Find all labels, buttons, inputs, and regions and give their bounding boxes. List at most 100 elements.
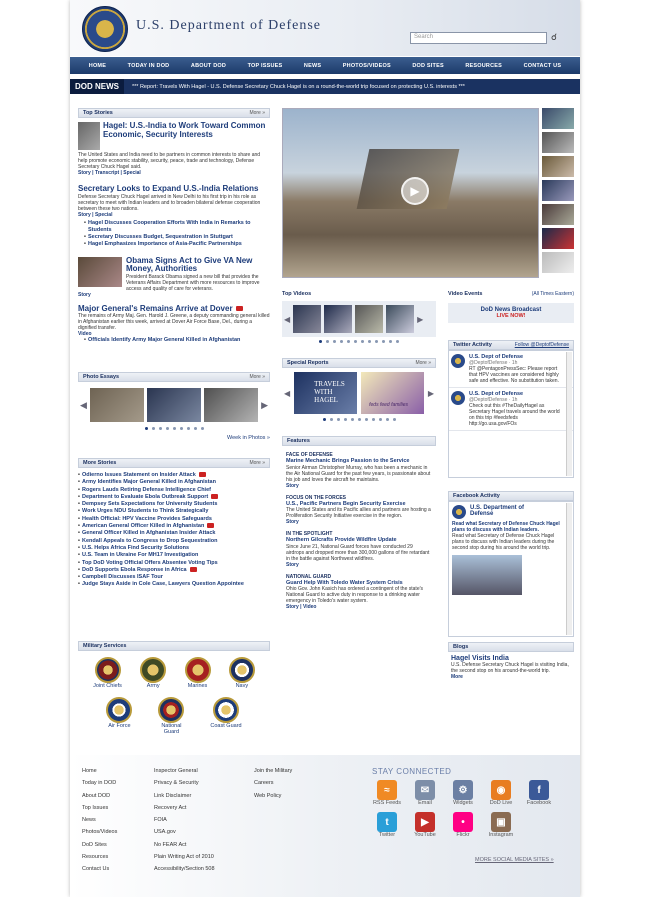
carousel-dot[interactable] [389, 340, 392, 343]
nav-resources[interactable]: RESOURCES [465, 63, 502, 69]
prev-arrow-icon[interactable]: ◀ [284, 315, 290, 324]
list-item[interactable]: Kendall Appeals to Congress to Drop Sequ… [78, 538, 270, 546]
facebook-scrollbar[interactable] [566, 503, 572, 635]
hero-thumb[interactable] [542, 108, 574, 129]
list-item-text[interactable]: American General Officer Killed in Afgha… [82, 523, 204, 529]
carousel-dot[interactable] [172, 427, 176, 430]
list-item[interactable]: Hagel Emphasizes Importance of Asia-Paci… [84, 241, 270, 249]
social-link-instagram[interactable]: ▣ Instagram [486, 812, 516, 838]
service-label[interactable]: Navy [236, 683, 249, 689]
list-item-text[interactable]: Odierno Issues Statement on Insider Atta… [82, 472, 196, 478]
social-label[interactable]: Widgets [448, 800, 478, 806]
list-item[interactable]: Campbell Discusses ISAF Tour [78, 574, 270, 582]
service-label[interactable]: Marines [188, 683, 208, 689]
social-link-youtube[interactable]: ▶ YouTube [410, 812, 440, 838]
footer-link[interactable]: Link Disclaimer [154, 790, 244, 802]
list-item[interactable]: Officials Identify Army Major General Ki… [84, 337, 270, 345]
social-link-widgets[interactable]: ⚙ Widgets [448, 780, 478, 806]
rss-icon[interactable]: ≈ [377, 780, 397, 800]
list-item[interactable]: Hagel Discusses Cooperation Efforts With… [84, 220, 270, 235]
carousel-dot[interactable] [336, 418, 340, 421]
video-icon[interactable] [211, 493, 219, 499]
nav-home[interactable]: HOME [89, 63, 106, 69]
carousel-dot[interactable] [354, 340, 357, 343]
hero-thumb[interactable] [542, 180, 574, 201]
footer-link[interactable]: Photos/Videos [82, 826, 152, 838]
hero-thumb[interactable] [542, 132, 574, 153]
social-label[interactable]: RSS Feeds [372, 800, 402, 806]
list-item[interactable]: DoD Supports Ebola Response in Africa [78, 567, 270, 574]
footer-link[interactable]: Resources [82, 851, 152, 863]
service-air-force[interactable]: Air Force [106, 697, 133, 735]
video-thumb[interactable] [386, 305, 415, 333]
footer-link[interactable]: News [82, 814, 152, 826]
carousel-dot[interactable] [364, 418, 368, 421]
avatar[interactable] [452, 505, 466, 519]
carousel-dot[interactable] [396, 340, 399, 343]
play-icon[interactable]: ▶ [401, 177, 429, 205]
story-1-links[interactable]: Story | Transcript | Special [78, 170, 270, 176]
video-thumb[interactable] [293, 305, 322, 333]
list-item[interactable]: Rogers Lauds Retiring Defense Intelligen… [78, 487, 270, 495]
service-label[interactable]: Air Force [108, 723, 130, 729]
service-label[interactable]: Coast Guard [210, 723, 241, 729]
footer-link[interactable]: FOIA [154, 814, 244, 826]
footer-link[interactable]: DoD Sites [82, 839, 152, 851]
carousel-dot[interactable] [375, 340, 378, 343]
search-icon[interactable]: ☌ [548, 32, 560, 44]
more-stories-more-link[interactable]: More » [249, 460, 265, 466]
carousel-dot[interactable] [357, 418, 361, 421]
service-marines[interactable]: Marines [184, 657, 211, 689]
youtube-icon[interactable]: ▶ [415, 812, 435, 832]
photo-essay-thumb[interactable] [89, 388, 144, 422]
service-national-guard[interactable]: National Guard [154, 697, 188, 735]
video-icon[interactable] [189, 566, 197, 572]
photo-essays-more-link[interactable]: More » [249, 374, 265, 380]
nav-today-in-dod[interactable]: TODAY IN DOD [128, 63, 170, 69]
avatar[interactable] [451, 354, 465, 368]
search-input[interactable]: Search [410, 32, 547, 44]
hero-thumb[interactable] [542, 228, 574, 249]
special-report-feds-feed-families[interactable]: feds feed families [361, 372, 424, 414]
service-label[interactable]: Army [147, 683, 160, 689]
list-item[interactable]: Department to Evaluate Ebola Outbreak Su… [78, 494, 270, 501]
social-link-dod-live[interactable]: ◉ DoD Live [486, 780, 516, 806]
army-badge-icon[interactable] [140, 657, 167, 683]
instagram-icon[interactable]: ▣ [491, 812, 511, 832]
list-item[interactable]: Secretary Discusses Budget, Sequestratio… [84, 234, 270, 242]
story-3-links[interactable]: Story [78, 292, 270, 298]
social-label[interactable]: Facebook [524, 800, 554, 806]
prev-arrow-icon[interactable]: ◀ [80, 400, 87, 411]
video-icon[interactable] [198, 472, 206, 478]
hero-thumb[interactable] [542, 252, 574, 273]
service-label[interactable]: National Guard [154, 723, 188, 735]
carousel-dot[interactable] [179, 427, 183, 430]
footer-link[interactable]: USA.gov [154, 826, 244, 838]
social-label[interactable]: DoD Live [486, 800, 516, 806]
top-stories-more-link[interactable]: More » [249, 110, 265, 116]
carousel-dot[interactable] [350, 418, 354, 421]
twitter-icon[interactable]: t [377, 812, 397, 832]
photo-essay-thumb[interactable] [204, 388, 259, 422]
list-item[interactable]: U.S. Team in Ukraine For MH17 Investigat… [78, 552, 270, 560]
footer-link[interactable]: Home [82, 765, 152, 777]
nav-news[interactable]: NEWS [304, 63, 321, 69]
list-item[interactable]: General Officer Killed in Afghanistan In… [78, 530, 270, 538]
list-item-text[interactable]: DoD Supports Ebola Response in Africa [82, 567, 187, 573]
feature-2-link[interactable]: Story [286, 519, 432, 525]
footer-link[interactable]: About DOD [82, 790, 152, 802]
social-link-rss[interactable]: ≈ RSS Feeds [372, 780, 402, 806]
feature-1-link[interactable]: Story [286, 483, 432, 489]
service-army[interactable]: Army [140, 657, 167, 689]
navy-badge-icon[interactable] [228, 657, 255, 683]
blog-post-title[interactable]: Hagel Visits India [451, 655, 571, 662]
footer-link[interactable]: Top Issues [82, 802, 152, 814]
nav-dod-sites[interactable]: DOD SITES [412, 63, 443, 69]
story-thumbnail[interactable] [78, 256, 122, 287]
facebook-icon[interactable]: f [529, 780, 549, 800]
social-label[interactable]: Email [410, 800, 440, 806]
week-in-photos-link[interactable]: Week in Photos » [78, 435, 270, 441]
carousel-dot[interactable] [200, 427, 204, 430]
footer-link[interactable]: No FEAR Act [154, 839, 244, 851]
hero-thumb[interactable] [542, 156, 574, 177]
